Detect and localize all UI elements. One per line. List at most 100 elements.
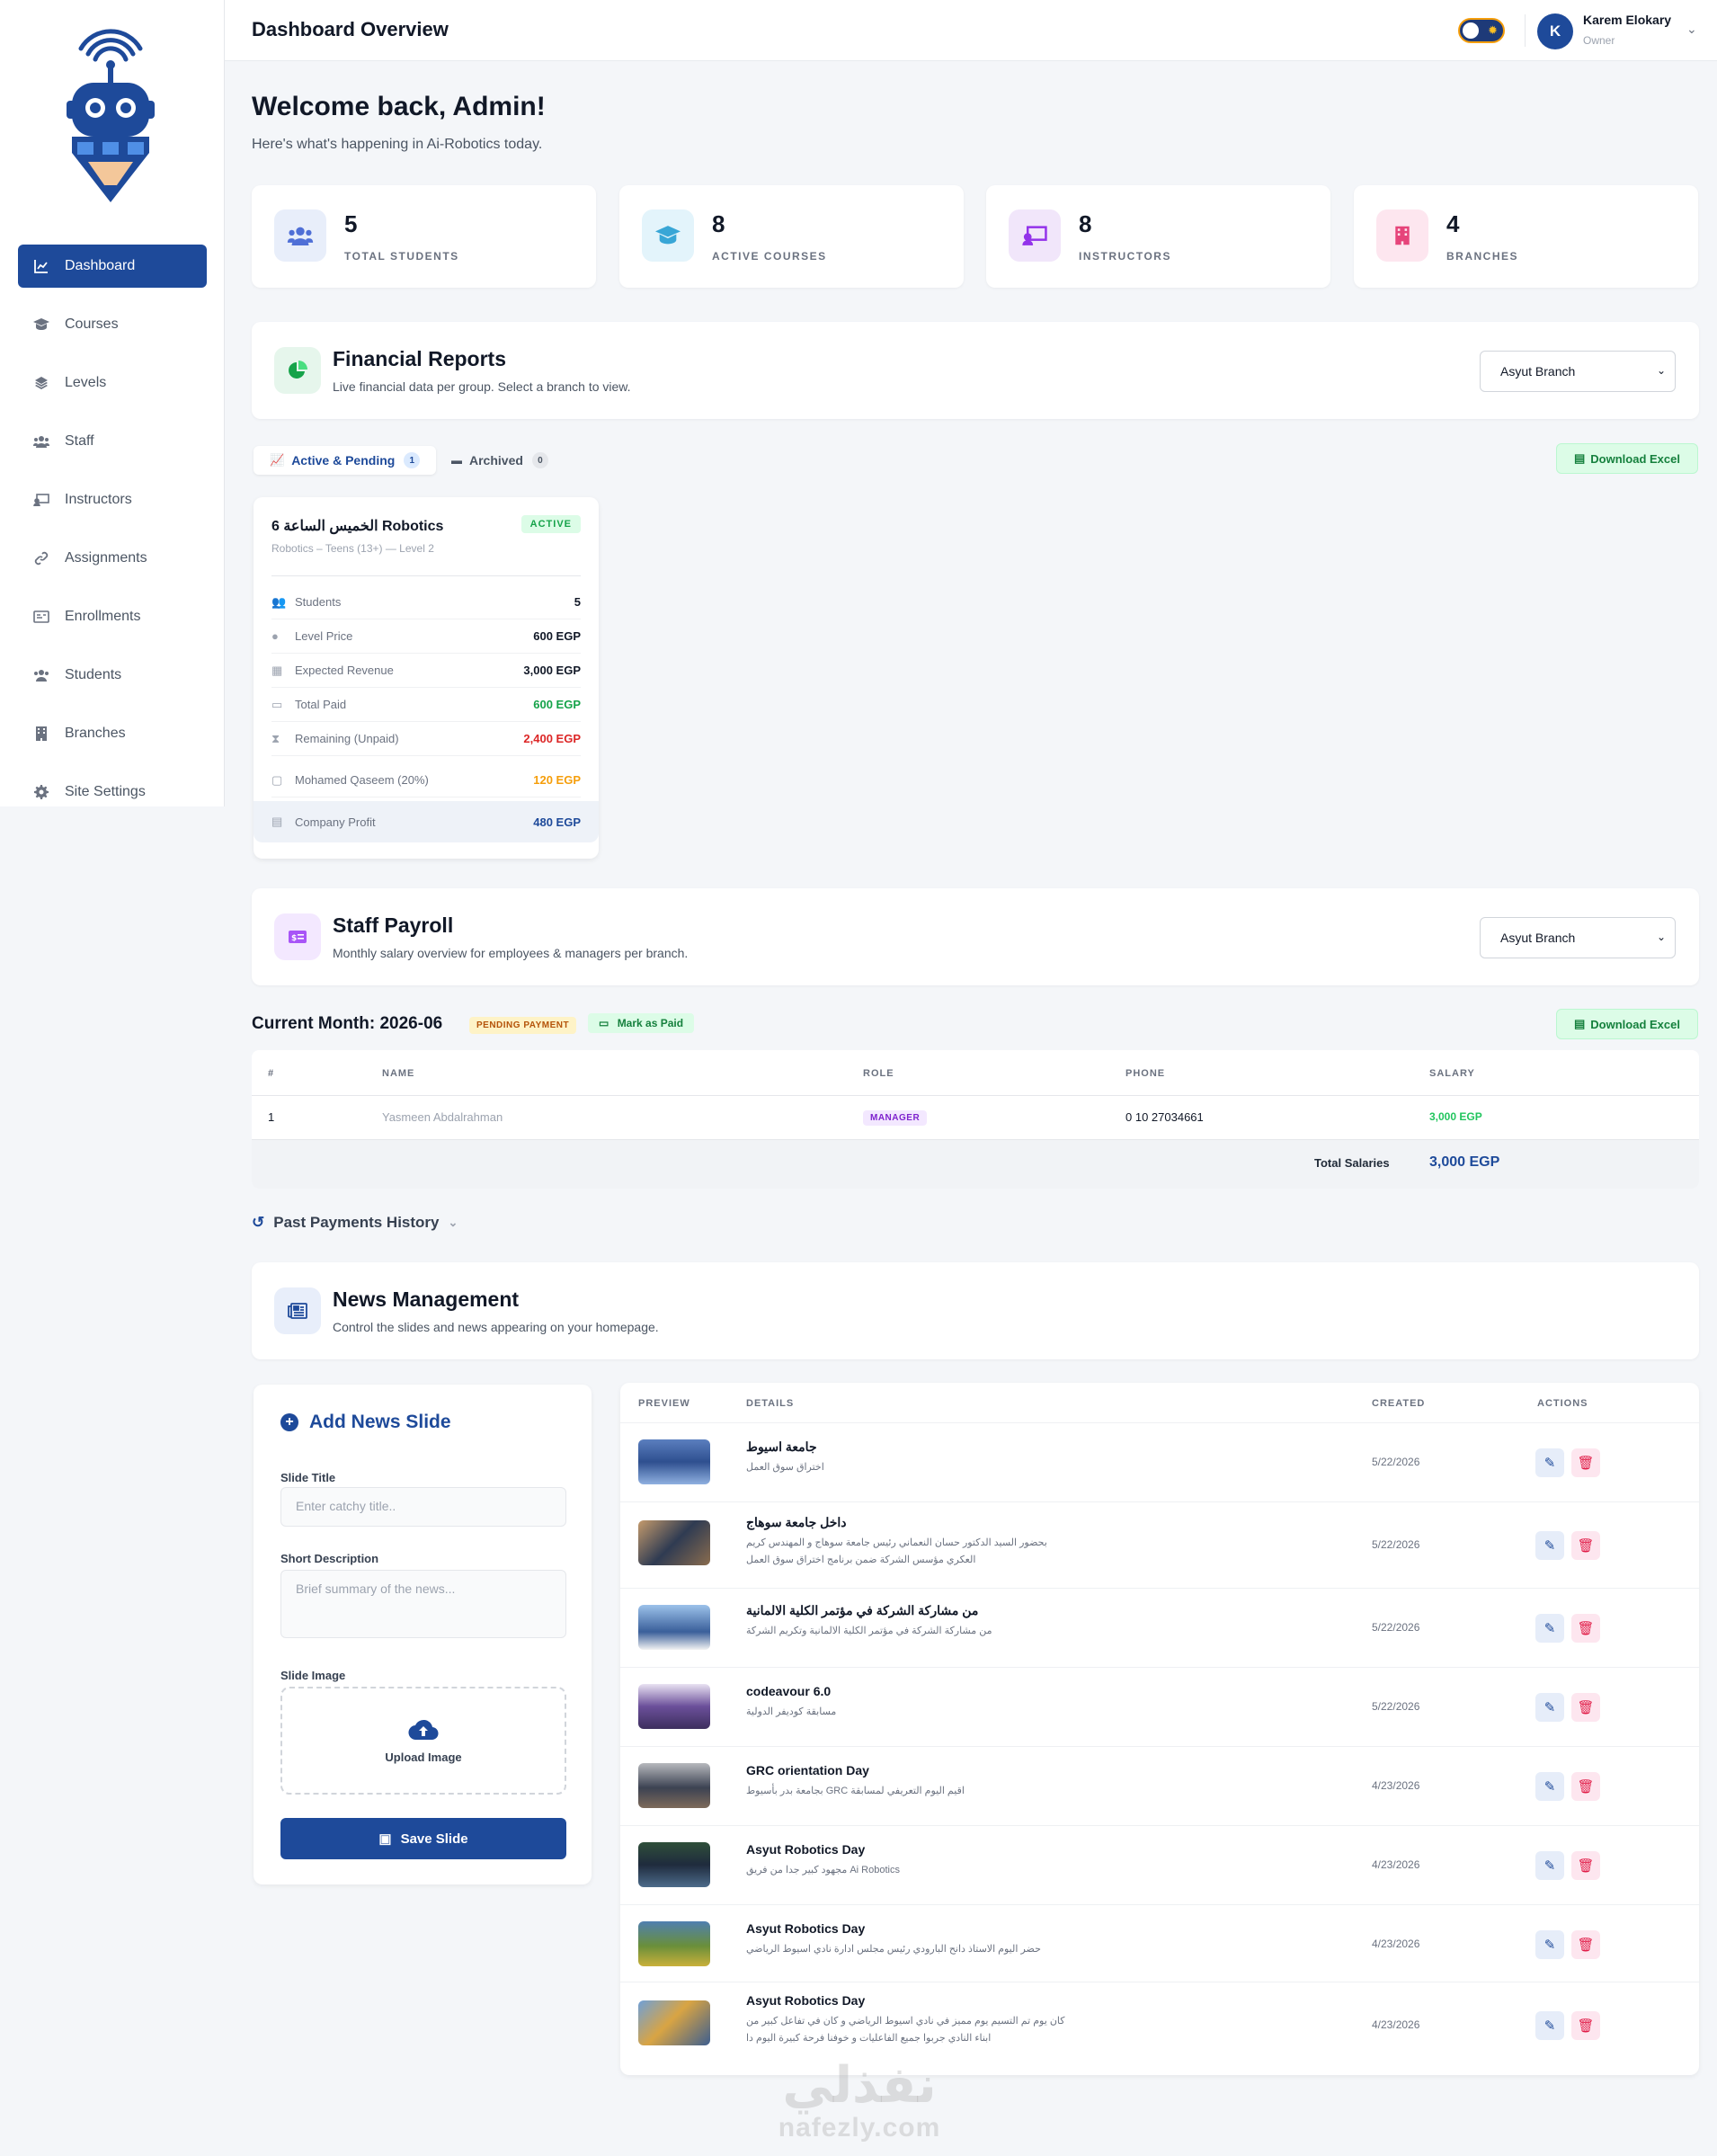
stat-card-instructors: 8 INSTRUCTORS — [986, 185, 1330, 288]
edit-icon: ✎ — [1544, 1456, 1556, 1471]
edit-button[interactable]: ✎ — [1535, 1930, 1564, 1959]
status-badge: ACTIVE — [520, 515, 581, 533]
archive-icon: ▬ — [451, 454, 462, 467]
stat-card-students: 5 TOTAL STUDENTS — [252, 185, 596, 288]
stat-label: ACTIVE COURSES — [712, 250, 827, 263]
sidebar-nav: Dashboard Courses Levels Staff Instructo… — [18, 245, 207, 829]
avatar[interactable]: K — [1537, 13, 1573, 49]
sidebar-item-site-settings[interactable]: Site Settings — [18, 771, 207, 814]
slide-created-date: 5/22/2026 — [1372, 1700, 1420, 1713]
delete-button[interactable]: 🗑 — [1571, 1693, 1600, 1722]
button-label: Download Excel — [1590, 451, 1680, 466]
branch-select[interactable]: Asyut Branch ⌄ — [1480, 351, 1676, 392]
history-label: Past Payments History — [273, 1214, 440, 1231]
add-news-slide-form: + Add News Slide Slide Title Enter catch… — [254, 1385, 592, 1884]
chevron-down-icon[interactable]: ⌄ — [1686, 22, 1697, 37]
user-name[interactable]: Karem Elokary — [1583, 13, 1671, 27]
news-table: PREVIEW DETAILS CREATED ACTIONS جامعة اس… — [620, 1383, 1699, 2075]
edit-icon: ✎ — [1544, 1779, 1556, 1795]
mark-as-paid-button[interactable]: ▭ Mark as Paid — [588, 1013, 695, 1033]
financial-reports-header: Financial Reports Live financial data pe… — [252, 322, 1699, 419]
edit-icon: ✎ — [1544, 2018, 1556, 2034]
delete-button[interactable]: 🗑 — [1571, 1930, 1600, 1959]
slide-description: مسابقة كوديفر الدولية — [746, 1706, 837, 1717]
stat-value: 8 — [712, 210, 725, 237]
upload-image-dropzone[interactable]: Upload Image — [280, 1687, 566, 1795]
row-remaining: ⧗ Remaining (Unpaid) 2,400 EGP — [271, 722, 581, 756]
slide-title: Asyut Robotics Day — [746, 1842, 866, 1857]
id-card-icon — [32, 608, 50, 626]
edit-button[interactable]: ✎ — [1535, 1851, 1564, 1880]
row-value: 3,000 EGP — [523, 664, 581, 677]
sidebar-item-courses[interactable]: Courses — [18, 303, 207, 346]
news-management-header: News Management Control the slides and n… — [252, 1262, 1699, 1359]
column-header: SALARY — [1429, 1068, 1475, 1079]
save-slide-button[interactable]: ▣ Save Slide — [280, 1818, 566, 1859]
watermark: نفذلي nafezly.com — [752, 2059, 967, 2143]
delete-button[interactable]: 🗑 — [1571, 1772, 1600, 1801]
edit-button[interactable]: ✎ — [1535, 2011, 1564, 2040]
tab-active-pending[interactable]: 📈 Active & Pending 1 — [254, 446, 437, 475]
history-icon: ↺ — [252, 1214, 265, 1231]
topbar: Dashboard Overview ✹ K Karem Elokary Own… — [225, 0, 1717, 61]
sidebar-item-assignments[interactable]: Assignments — [18, 537, 207, 580]
edit-icon: ✎ — [1544, 1538, 1556, 1554]
past-payments-history-toggle[interactable]: ↺ Past Payments History ⌄ — [252, 1214, 458, 1232]
edit-button[interactable]: ✎ — [1535, 1693, 1564, 1722]
stat-card-branches: 4 BRANCHES — [1354, 185, 1698, 288]
trash-icon: 🗑 — [1577, 2018, 1595, 2034]
slide-title-label: Slide Title — [280, 1471, 336, 1484]
user-group-icon — [32, 666, 50, 684]
sidebar-item-students[interactable]: Students — [18, 654, 207, 697]
slide-thumbnail — [638, 2000, 710, 2045]
sidebar-item-label: Dashboard — [65, 258, 136, 273]
delete-button[interactable]: 🗑 — [1571, 2011, 1600, 2040]
delete-button[interactable]: 🗑 — [1571, 1448, 1600, 1477]
graduation-cap-icon — [642, 209, 694, 262]
page-title: Dashboard Overview — [252, 18, 449, 40]
delete-button[interactable]: 🗑 — [1571, 1531, 1600, 1560]
slide-description: اختراق سوق العمل — [746, 1462, 824, 1473]
delete-button[interactable]: 🗑 — [1571, 1851, 1600, 1880]
gear-icon — [32, 783, 50, 801]
current-month: Current Month: 2026-06 — [252, 1014, 443, 1033]
edit-button[interactable]: ✎ — [1535, 1614, 1564, 1643]
building-icon: ▤ — [271, 815, 283, 828]
users-icon — [274, 209, 326, 262]
download-excel-button[interactable]: ▤ Download Excel — [1556, 1009, 1698, 1039]
sidebar-item-levels[interactable]: Levels — [18, 361, 207, 405]
edit-button[interactable]: ✎ — [1535, 1448, 1564, 1477]
sidebar-item-instructors[interactable]: Instructors — [18, 478, 207, 521]
edit-button[interactable]: ✎ — [1535, 1772, 1564, 1801]
sidebar-item-label: Site Settings — [65, 784, 146, 799]
slide-title: Asyut Robotics Day — [746, 1921, 866, 1936]
row-level-price: ● Level Price 600 EGP — [271, 619, 581, 654]
column-header: PREVIEW — [638, 1398, 690, 1409]
branch-select[interactable]: Asyut Branch ⌄ — [1480, 917, 1676, 958]
sidebar-item-dashboard[interactable]: Dashboard — [18, 245, 207, 288]
slide-title: GRC orientation Day — [746, 1763, 869, 1777]
slide-thumbnail — [638, 1605, 710, 1650]
sidebar-item-branches[interactable]: Branches — [18, 712, 207, 755]
delete-button[interactable]: 🗑 — [1571, 1614, 1600, 1643]
robot-logo[interactable] — [54, 18, 167, 207]
tab-count: 1 — [404, 452, 421, 468]
users-icon: 👥 — [271, 594, 287, 609]
sidebar-item-enrollments[interactable]: Enrollments — [18, 595, 207, 638]
sidebar-item-staff[interactable]: Staff — [18, 420, 207, 463]
short-description-textarea[interactable]: Brief summary of the news... — [280, 1570, 566, 1638]
role-label: MANAGER — [863, 1110, 928, 1126]
stat-label: INSTRUCTORS — [1079, 250, 1171, 263]
theme-toggle[interactable]: ✹ — [1458, 18, 1505, 43]
slide-title-input[interactable]: Enter catchy title.. — [280, 1487, 566, 1527]
edit-button[interactable]: ✎ — [1535, 1531, 1564, 1560]
chevron-down-icon: ⌄ — [1656, 364, 1666, 377]
table-row: داخل جامعة سوهاج بحضور السيد الدكتور حسا… — [620, 1501, 1699, 1588]
total-value: 3,000 EGP — [1429, 1154, 1500, 1170]
tab-archived[interactable]: ▬ Archived 0 — [435, 446, 565, 475]
cloud-upload-icon — [408, 1719, 439, 1740]
plus-circle-icon: + — [280, 1413, 298, 1431]
section-subtitle: Monthly salary overview for employees & … — [333, 946, 689, 960]
download-excel-button[interactable]: ▤ Download Excel — [1556, 443, 1698, 474]
building-icon — [32, 725, 50, 743]
